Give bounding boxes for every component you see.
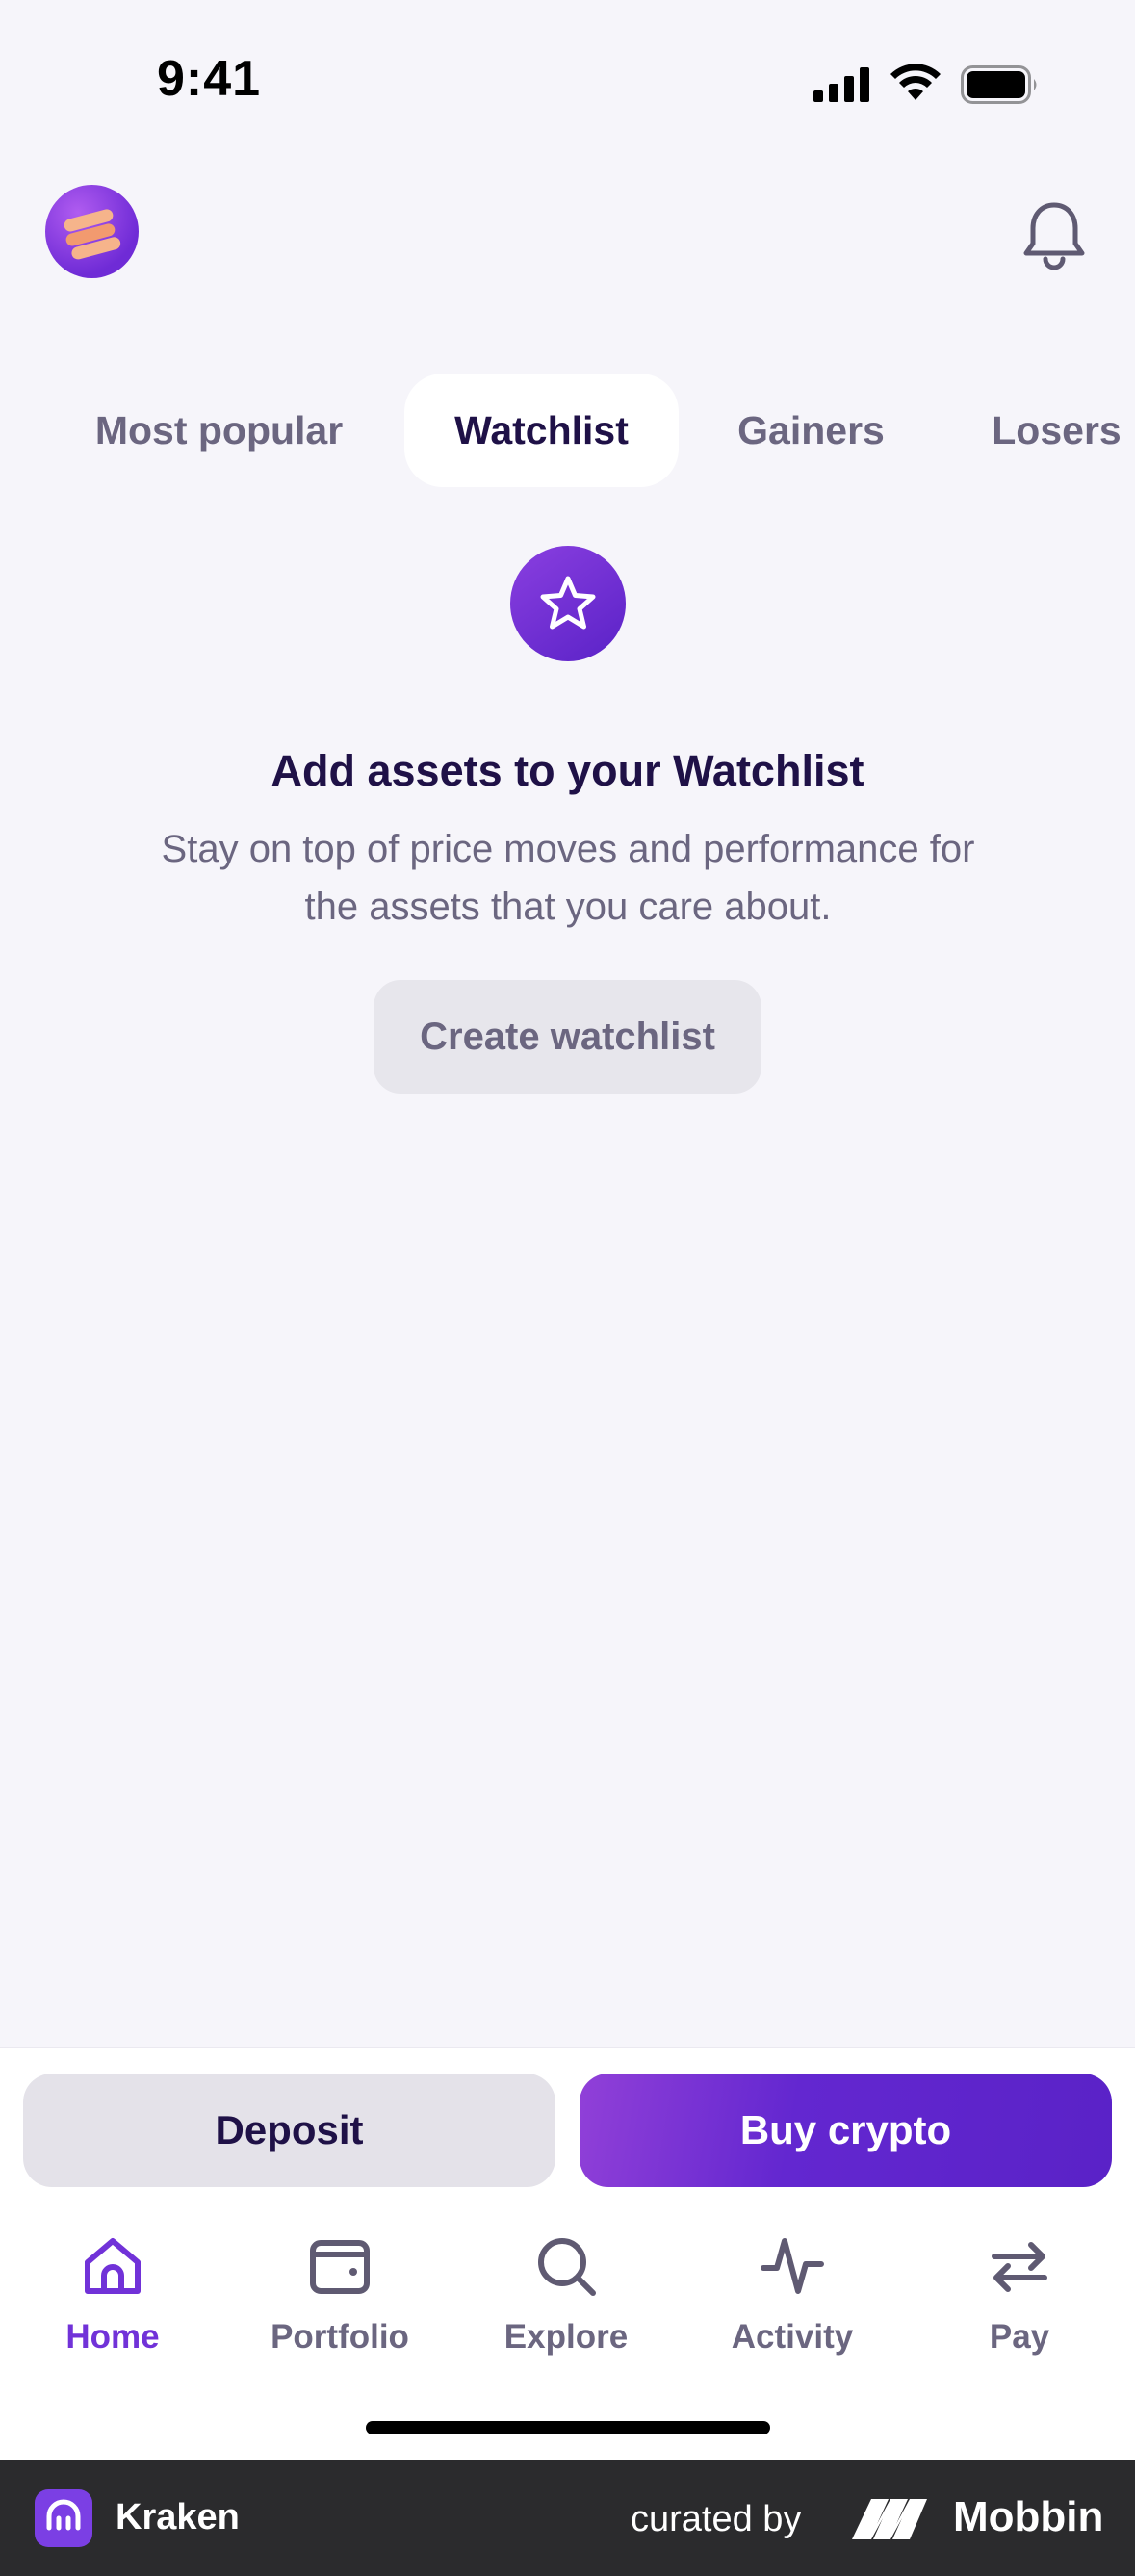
watchlist-star-badge — [510, 546, 626, 661]
avatar-coins-icon — [64, 209, 121, 260]
nav-explore-label: Explore — [503, 2318, 629, 2356]
bottom-navigation: Home Portfolio Explore Activity Pay — [0, 2224, 1135, 2368]
nav-explore[interactable]: Explore — [470, 2224, 662, 2368]
tab-losers[interactable]: Losers — [972, 374, 1135, 487]
nav-pay-label: Pay — [989, 2318, 1050, 2356]
transfer-icon — [992, 2242, 1047, 2292]
buy-crypto-button[interactable]: Buy crypto — [580, 2074, 1112, 2187]
market-tabs: Most popular Watchlist Gainers Losers — [0, 374, 1135, 487]
cellular-signal-icon — [813, 67, 869, 102]
profile-avatar[interactable] — [45, 185, 139, 278]
tab-most-popular[interactable]: Most popular — [67, 374, 371, 487]
nav-home[interactable]: Home — [16, 2224, 209, 2368]
footer-app-name: Kraken — [116, 2497, 240, 2537]
nav-home-label: Home — [65, 2318, 160, 2356]
nav-portfolio-label: Portfolio — [271, 2318, 409, 2356]
wallet-icon — [310, 2240, 370, 2294]
star-icon — [540, 576, 596, 630]
footer-curated-by: curated by — [631, 2499, 802, 2539]
home-indicator — [366, 2421, 770, 2434]
mobbin-logo-icon — [852, 2499, 927, 2539]
activity-icon — [761, 2238, 824, 2294]
status-bar: 9:41 — [0, 0, 1135, 173]
empty-state-description: Stay on top of price moves and performan… — [161, 828, 975, 928]
nav-pay[interactable]: Pay — [923, 2224, 1116, 2368]
status-time: 9:41 — [157, 51, 262, 107]
search-icon — [538, 2238, 596, 2296]
wifi-icon — [890, 64, 941, 100]
battery-icon — [961, 65, 1037, 104]
nav-activity[interactable]: Activity — [696, 2224, 889, 2368]
attribution-footer: Kraken curated by Mobbin — [0, 2460, 1135, 2576]
create-watchlist-button[interactable]: Create watchlist — [374, 980, 761, 1094]
kraken-mark-icon — [46, 2499, 81, 2531]
tab-watchlist[interactable]: Watchlist — [404, 374, 679, 487]
notifications-bell-icon[interactable] — [1020, 197, 1088, 272]
nav-portfolio[interactable]: Portfolio — [244, 2224, 436, 2368]
home-icon — [85, 2238, 141, 2294]
empty-state-title: Add assets to your Watchlist — [271, 746, 864, 795]
deposit-button[interactable]: Deposit — [23, 2074, 555, 2187]
kraken-logo-icon — [35, 2489, 92, 2547]
nav-activity-label: Activity — [731, 2318, 854, 2356]
footer-brand: Mobbin — [953, 2493, 1104, 2540]
tab-gainers[interactable]: Gainers — [712, 374, 910, 487]
